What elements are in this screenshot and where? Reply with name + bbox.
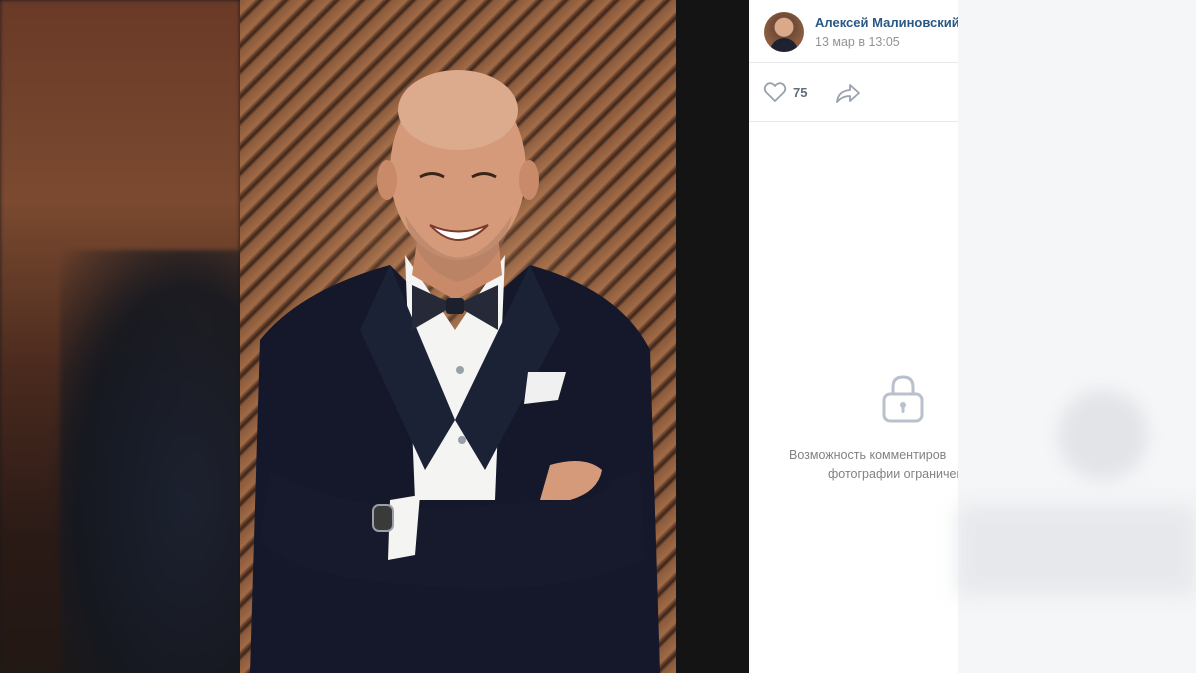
notice-line-2: фотографии ограничен <box>828 467 958 481</box>
post-date[interactable]: 13 мар в 13:05 <box>815 35 900 49</box>
author-avatar[interactable] <box>764 12 804 52</box>
blurred-background-left <box>0 0 240 673</box>
post-actions: 75 <box>749 63 958 122</box>
photo-side-panel: Алексей Малиновский 13 мар в 13:05 75 Во… <box>749 0 958 673</box>
share-arrow-icon <box>836 84 860 103</box>
blurred-shape <box>1058 390 1148 480</box>
man-in-tuxedo-illustration <box>250 70 660 673</box>
viewer-gap <box>676 0 749 673</box>
blurred-background-right <box>958 0 1196 673</box>
photo-viewer-image[interactable] <box>240 0 676 673</box>
blurred-shape <box>958 505 1196 595</box>
author-name-link[interactable]: Алексей Малиновский <box>815 15 958 30</box>
notice-line-1: Возможность комментиров <box>789 448 947 462</box>
post-header: Алексей Малиновский 13 мар в 13:05 <box>749 0 958 63</box>
share-button[interactable] <box>835 82 861 109</box>
heart-icon <box>763 82 787 102</box>
lock-icon <box>881 374 925 429</box>
like-button[interactable]: 75 <box>763 81 807 103</box>
like-count: 75 <box>793 84 808 100</box>
